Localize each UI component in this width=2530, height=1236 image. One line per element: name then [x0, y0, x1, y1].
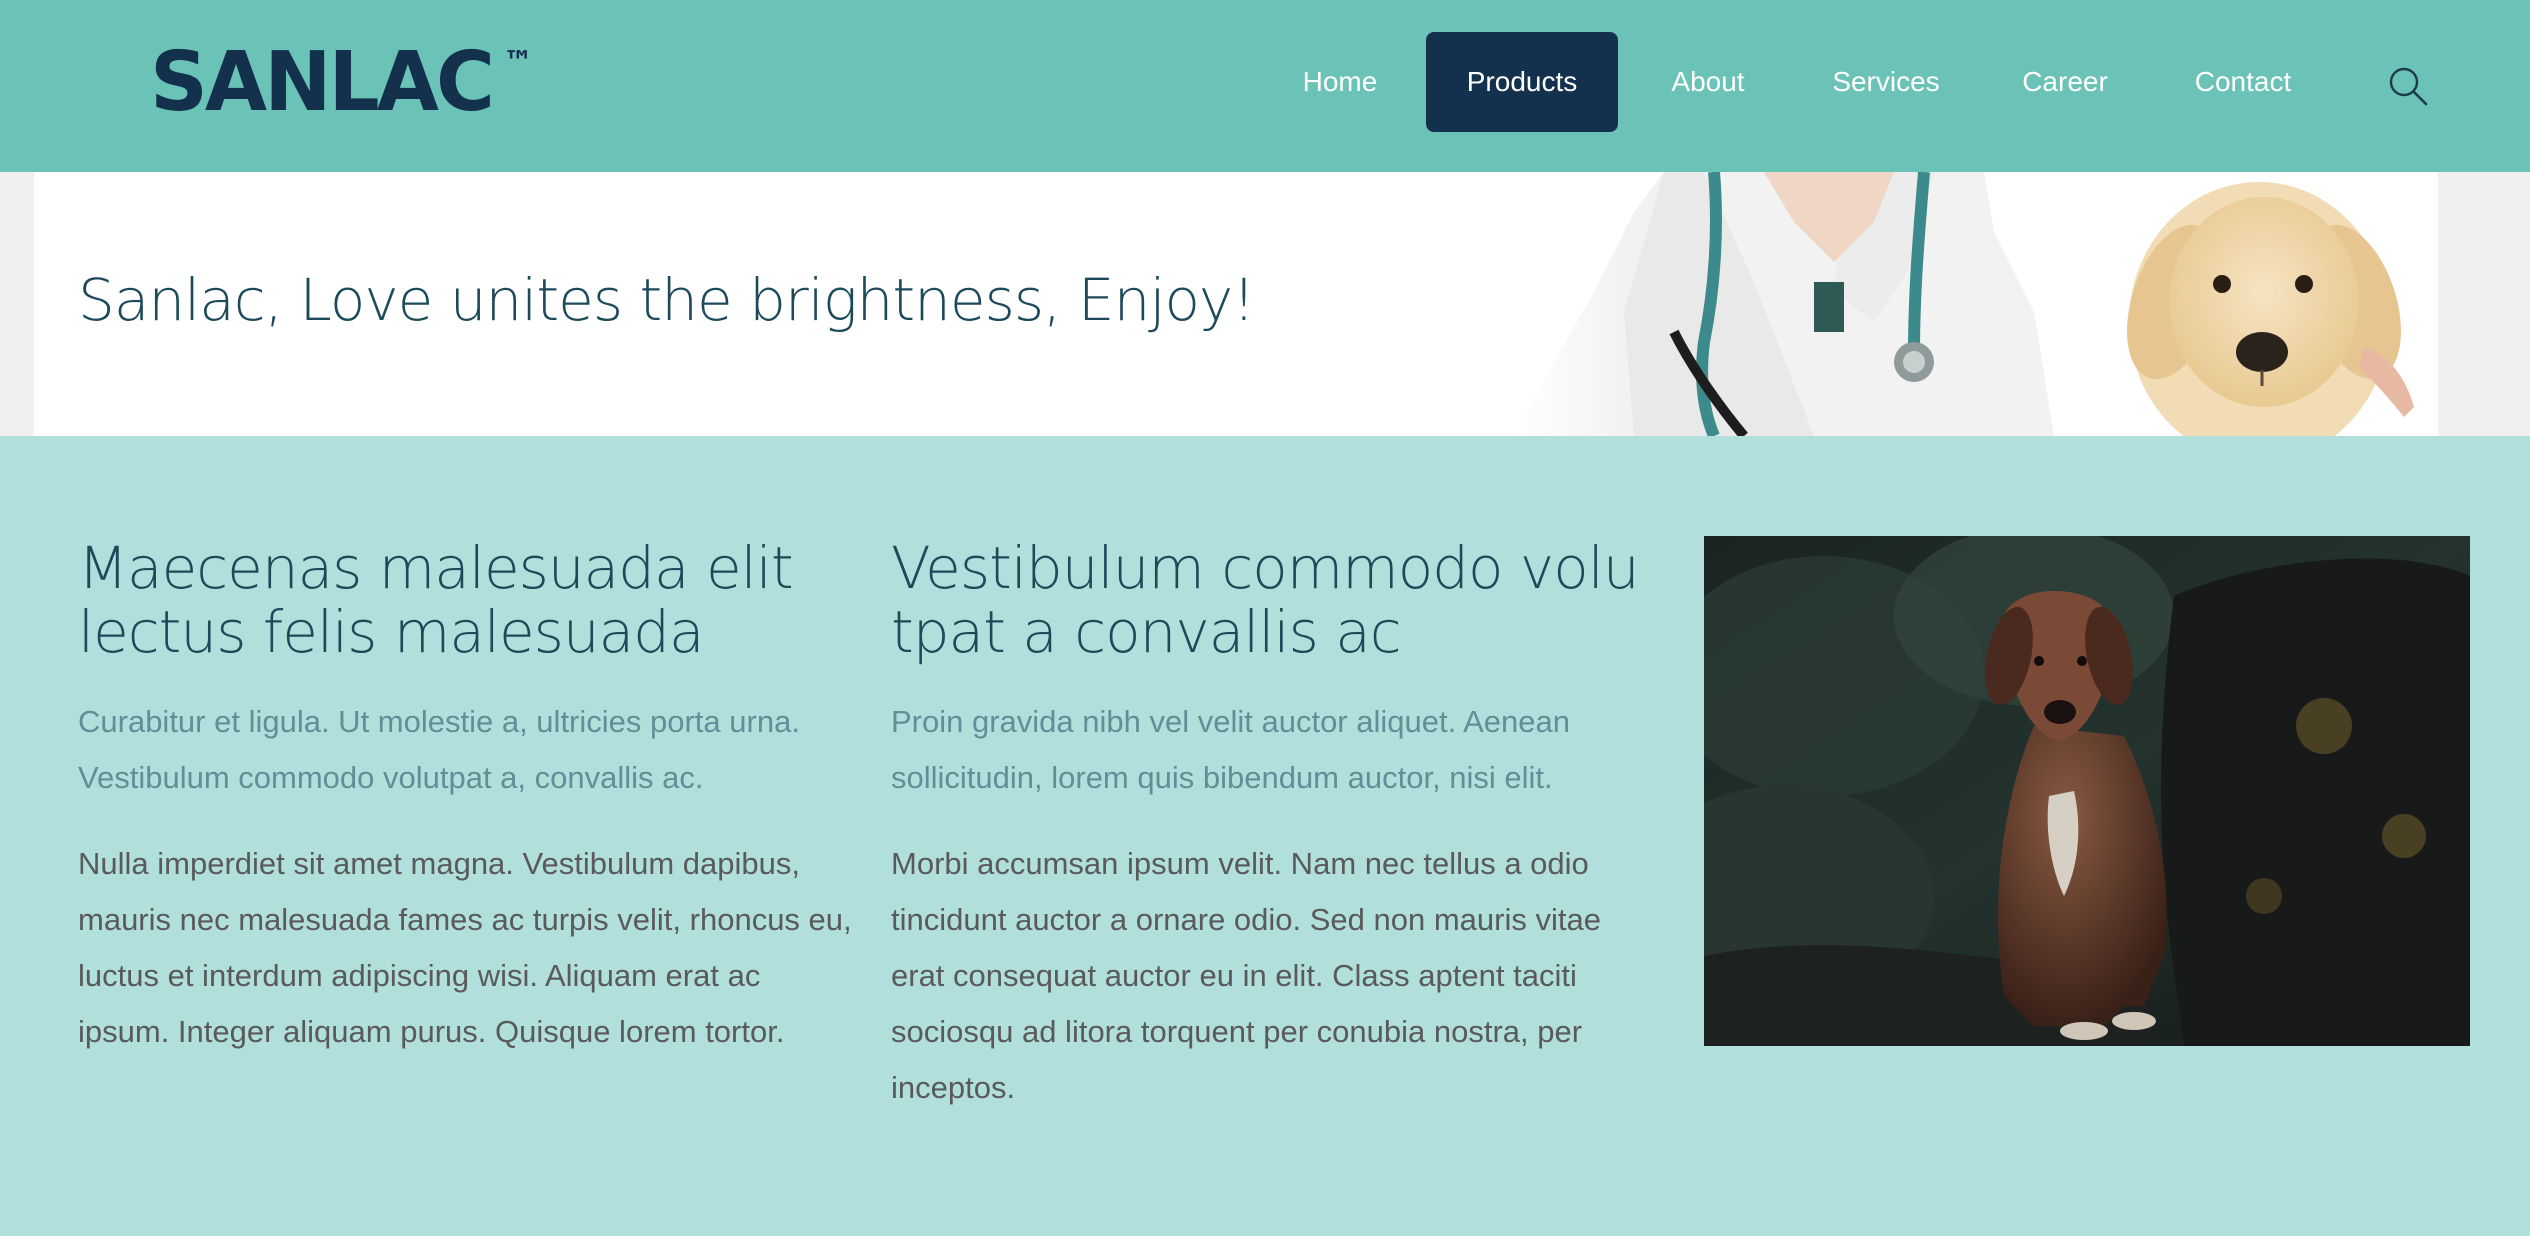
dog-in-forest-image — [1704, 536, 2470, 1046]
column-2-title-line-1: Vestibulum commodo volu — [891, 534, 1640, 602]
column-2-lead: Proin gravida nibh vel velit auctor aliq… — [891, 704, 1570, 795]
logo[interactable]: SANLAC ™ — [150, 40, 534, 126]
column-1-title-line-1: Maecenas malesuada elit — [78, 534, 794, 602]
nav-career[interactable]: Career — [1980, 32, 2150, 132]
column-1-lead: Curabitur et ligula. Ut molestie a, ultr… — [78, 704, 800, 795]
nav-contact[interactable]: Contact — [2150, 32, 2336, 132]
vet-with-puppy-image — [1514, 172, 2438, 436]
nav-about[interactable]: About — [1624, 32, 1792, 132]
content-column-2: Vestibulum commodo volu tpat a convallis… — [891, 536, 1651, 1116]
nav-home[interactable]: Home — [1260, 32, 1420, 132]
column-2-body: Morbi accumsan ipsum velit. Nam nec tell… — [891, 846, 1601, 1105]
banner-title: Sanlac, Love unites the brightness, Enjo… — [78, 266, 1256, 334]
column-2-title: Vestibulum commodo volu tpat a convallis… — [891, 536, 1651, 664]
column-1-body: Nulla imperdiet sit amet magna. Vestibul… — [78, 846, 852, 1049]
content-column-1: Maecenas malesuada elit lectus felis mal… — [78, 536, 858, 1060]
column-1-title: Maecenas malesuada elit lectus felis mal… — [78, 536, 858, 664]
hero-banner: Sanlac, Love unites the brightness, Enjo… — [34, 172, 2438, 436]
nav-products[interactable]: Products — [1426, 32, 1618, 132]
logo-trademark: ™ — [503, 45, 534, 80]
column-1-title-line-2: lectus felis malesuada — [78, 598, 705, 666]
search-icon[interactable] — [2384, 62, 2432, 110]
site-header: SANLAC ™ Home Products About Services Ca… — [0, 0, 2530, 172]
main-nav: Home Products About Services Career Cont… — [1260, 32, 2336, 132]
nav-services[interactable]: Services — [1792, 32, 1980, 132]
column-2-title-line-2: tpat a convallis ac — [891, 598, 1402, 666]
logo-text: SANLAC — [150, 35, 495, 130]
